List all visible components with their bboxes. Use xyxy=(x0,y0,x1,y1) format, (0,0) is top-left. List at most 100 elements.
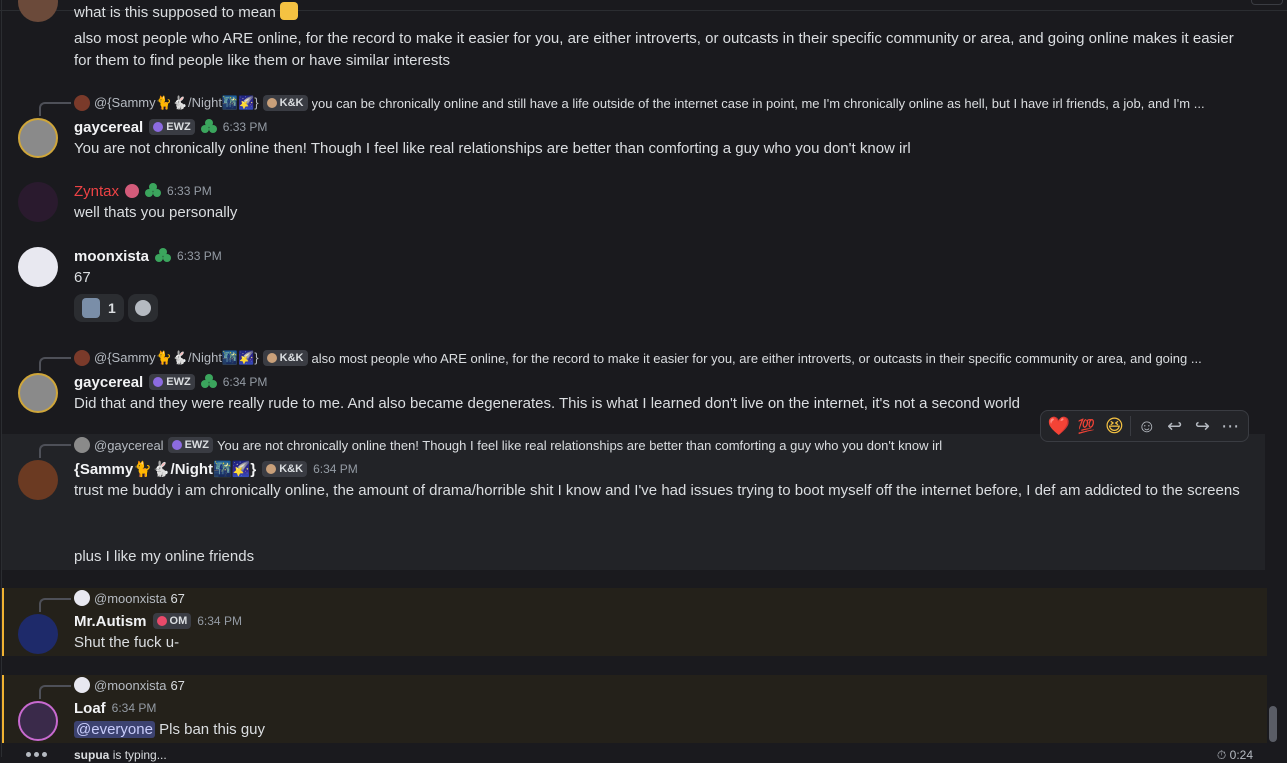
chat-message: @gaycereal EWZ You are not chronically o… xyxy=(2,434,1265,570)
reply-spine xyxy=(39,444,71,458)
guild-tag-label: OM xyxy=(169,615,188,627)
avatar[interactable] xyxy=(18,247,58,287)
chat-message: @moonxista 67 Loaf 6:34 PM @everyone Pls… xyxy=(2,675,1267,743)
timer-value: 0:24 xyxy=(1229,748,1253,762)
timestamp[interactable]: 6:33 PM xyxy=(223,120,268,134)
username[interactable]: Mr.Autism xyxy=(74,613,147,630)
reaction-bar: 1 xyxy=(74,294,158,322)
avatar[interactable] xyxy=(18,182,58,222)
guild-tag-label: K&K xyxy=(279,97,304,109)
reply-spine xyxy=(39,685,71,699)
reply-text: You are not chronically online then! Tho… xyxy=(217,437,943,453)
reply-preview[interactable]: @{Sammy🐈🐇/Night🌃🌠} K&K you can be chroni… xyxy=(74,94,1244,112)
forward-icon[interactable]: ↪ xyxy=(1190,414,1214,438)
guild-tag: K&K xyxy=(262,461,308,477)
scrollbar-thumb[interactable] xyxy=(1269,706,1277,742)
more-options-icon[interactable]: ⋯ xyxy=(1218,414,1242,438)
reply-avatar xyxy=(74,350,90,366)
username[interactable]: Zyntax xyxy=(74,183,119,200)
heart-badge-icon xyxy=(125,184,140,198)
message-header: gaycereal EWZ 6:34 PM xyxy=(74,371,267,393)
typing-indicator: supua is typing... xyxy=(74,748,167,762)
timestamp[interactable]: 6:34 PM xyxy=(313,462,358,476)
username[interactable]: Loaf xyxy=(74,700,106,717)
message-text-line: @everyone Pls ban this guy xyxy=(74,719,1244,741)
timestamp[interactable]: 6:33 PM xyxy=(177,249,222,263)
message-header: Mr.Autism OM 6:34 PM xyxy=(74,610,242,632)
reply-icon[interactable]: ↩ xyxy=(1163,414,1187,438)
reply-spine xyxy=(39,102,71,116)
slowmode-timer: ⏱ 0:24 xyxy=(1217,748,1253,763)
hundred-reaction-button[interactable]: 💯 xyxy=(1075,414,1099,438)
message-text: also most people who ARE online, for the… xyxy=(74,30,1234,69)
chat-message: Zyntax 6:33 PM well thats you personally xyxy=(2,180,1265,230)
clover-badge-icon xyxy=(200,374,217,390)
username[interactable]: moonxista xyxy=(74,248,149,265)
reply-author[interactable]: @moonxista xyxy=(94,591,166,606)
reply-preview[interactable]: @moonxista 67 xyxy=(74,676,1244,694)
username[interactable]: gaycereal xyxy=(74,374,143,391)
avatar[interactable] xyxy=(18,701,58,741)
reaction-button[interactable]: 1 xyxy=(74,294,124,322)
reply-preview[interactable]: @{Sammy🐈🐇/Night🌃🌠} K&K also most people … xyxy=(74,349,1244,367)
guild-tag: OM xyxy=(152,613,192,629)
guild-tag: EWZ xyxy=(149,374,195,390)
message-header: gaycereal EWZ 6:33 PM xyxy=(74,116,267,138)
heart-icon xyxy=(266,353,277,363)
moon-icon xyxy=(171,440,182,450)
typing-user: supua xyxy=(74,748,110,762)
heart-reaction-button[interactable]: ❤️ xyxy=(1047,414,1071,438)
guild-tag-label: EWZ xyxy=(184,439,210,451)
guild-tag-label: EWZ xyxy=(166,376,191,388)
heart-icon xyxy=(266,464,277,474)
everyone-mention[interactable]: @everyone xyxy=(74,721,155,738)
typing-suffix: is typing... xyxy=(112,748,167,762)
timestamp[interactable]: 6:34 PM xyxy=(112,701,157,715)
chat-message: moonxista 6:33 PM 67 1 xyxy=(2,245,1265,327)
chat-message: @{Sammy🐈🐇/Night🌃🌠} K&K you can be chroni… xyxy=(2,92,1265,162)
message-text: You are not chronically online then! Tho… xyxy=(74,140,911,157)
avatar[interactable] xyxy=(18,614,58,654)
timestamp[interactable]: 6:33 PM xyxy=(167,184,212,198)
avatar[interactable] xyxy=(18,460,58,500)
message-header: Zyntax 6:33 PM xyxy=(74,180,212,202)
clover-badge-icon xyxy=(200,119,217,135)
reply-text: 67 xyxy=(170,677,185,693)
reply-author[interactable]: @moonxista xyxy=(94,678,166,693)
avatar[interactable] xyxy=(18,118,58,158)
timestamp[interactable]: 6:34 PM xyxy=(223,375,268,389)
moon-icon xyxy=(153,122,164,132)
reply-author[interactable]: @{Sammy🐈🐇/Night🌃🌠} xyxy=(94,95,259,111)
heart-icon xyxy=(266,98,277,108)
reply-author[interactable]: @gaycereal xyxy=(94,438,164,453)
message-text-line1: what is this supposed to mean xyxy=(74,2,1244,24)
avatar[interactable] xyxy=(18,0,58,22)
message-text: plus I like my online friends xyxy=(74,548,255,565)
chat-message: what is this supposed to mean also most … xyxy=(2,0,1265,76)
avatar[interactable] xyxy=(18,373,58,413)
username[interactable]: {Sammy🐈🐇/Night🌃🌠} xyxy=(74,460,256,478)
typing-indicator-icon xyxy=(26,752,47,757)
gem-icon xyxy=(156,616,167,626)
message-text: well thats you personally xyxy=(74,204,238,221)
reply-spine xyxy=(39,357,71,371)
reply-avatar xyxy=(74,95,90,111)
reply-avatar xyxy=(74,590,90,606)
laughing-reaction-button[interactable]: 😆 xyxy=(1102,414,1126,438)
message-header: moonxista 6:33 PM xyxy=(74,245,222,267)
add-reaction-icon[interactable]: ☺ xyxy=(1135,414,1159,438)
add-reaction-button[interactable] xyxy=(127,294,158,322)
guild-tag: EWZ xyxy=(149,119,195,135)
chat-message: @moonxista 67 Mr.Autism OM 6:34 PM Shut … xyxy=(2,588,1267,656)
custom-emoji-icon xyxy=(82,298,100,318)
message-header: Loaf 6:34 PM xyxy=(74,697,156,719)
reply-preview[interactable]: @moonxista 67 xyxy=(74,589,1244,607)
username[interactable]: gaycereal xyxy=(74,119,143,136)
message-text: Pls ban this guy xyxy=(159,721,266,738)
message-action-toolbar: ❤️ 💯 😆 ☺ ↩ ↪ ⋯ xyxy=(1040,410,1249,442)
timestamp[interactable]: 6:34 PM xyxy=(197,614,242,628)
reply-avatar xyxy=(74,677,90,693)
message-text: trust me buddy i am chronically online, … xyxy=(74,482,1240,499)
toolbar-divider xyxy=(1130,416,1132,436)
reply-author[interactable]: @{Sammy🐈🐇/Night🌃🌠} xyxy=(94,350,259,366)
